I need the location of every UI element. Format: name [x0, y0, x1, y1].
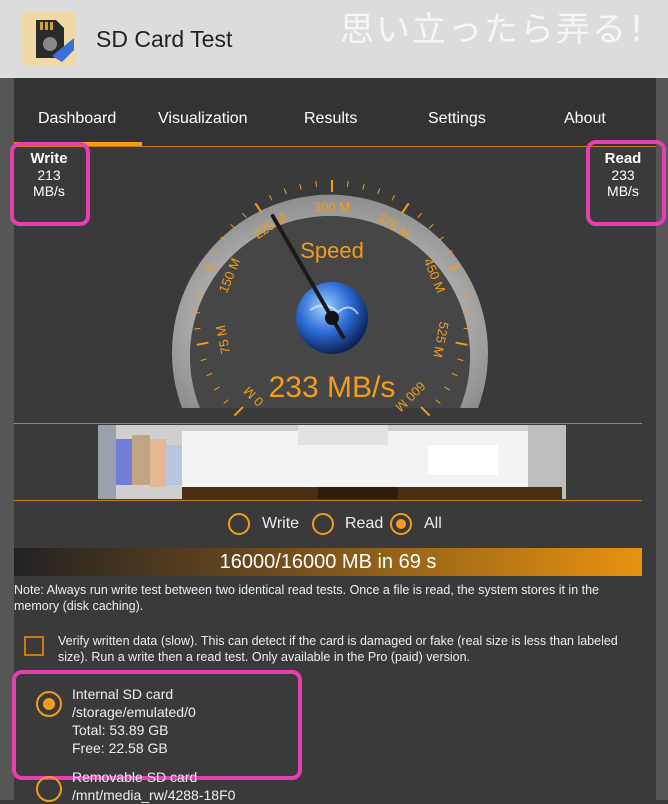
needle-hub	[325, 311, 339, 325]
removable-sd-path: /mnt/media_rw/4288-18F0	[72, 786, 235, 804]
gauge-label: Speed	[300, 238, 364, 263]
watermark-text: 思い立ったら弄る！	[340, 2, 664, 51]
gauge-major-tick	[234, 407, 242, 415]
caching-note: Note: Always run write test between two …	[14, 582, 644, 614]
removable-sd-radio[interactable]	[36, 776, 62, 802]
internal-sd-radio[interactable]	[36, 691, 62, 717]
divider	[14, 423, 642, 424]
tab-about[interactable]: About	[564, 110, 606, 128]
radio-write[interactable]	[228, 513, 250, 535]
gauge-major-tick	[402, 203, 409, 213]
read-speed: Read 233 MB/s	[588, 150, 658, 199]
gauge-minor-tick	[439, 237, 444, 241]
gauge-minor-tick	[231, 224, 235, 228]
internal-sd-name: Internal SD card	[72, 685, 196, 703]
speed-gauge: 0 M75 M150 M225 M300 M375 M450 M525 M600…	[160, 150, 500, 420]
internal-sd-total: Total: 53.89 GB	[72, 721, 196, 739]
radio-read-label: Read	[345, 515, 383, 533]
read-unit: MB/s	[607, 183, 639, 199]
verify-checkbox[interactable]	[24, 636, 44, 656]
app-bar: SD Card Test 思い立ったら弄る！	[0, 0, 668, 79]
gauge-minor-tick	[429, 224, 433, 228]
radio-all-label: All	[424, 515, 442, 533]
internal-sd-free: Free: 22.58 GB	[72, 739, 196, 757]
gauge-minor-tick	[316, 181, 317, 187]
removable-sd-option[interactable]: Removable SD card /mnt/media_rw/4288-18F…	[72, 768, 235, 804]
gauge-minor-tick	[269, 195, 272, 200]
internal-sd-option[interactable]: Internal SD card /storage/emulated/0 Tot…	[72, 685, 196, 757]
write-unit: MB/s	[33, 183, 65, 199]
removable-sd-name: Removable SD card	[72, 768, 235, 786]
gauge-minor-tick	[300, 184, 301, 190]
gauge-readout: 233 MB/s	[269, 371, 396, 404]
internal-sd-path: /storage/emulated/0	[72, 703, 196, 721]
gauge-major-tick	[421, 407, 429, 415]
read-label: Read	[588, 150, 658, 167]
gauge-minor-tick	[392, 195, 395, 200]
write-value: 213	[37, 167, 60, 183]
sd-card-icon	[22, 12, 76, 66]
gauge-minor-tick	[363, 184, 364, 190]
gauge-minor-tick	[418, 213, 422, 218]
radio-write-label: Write	[262, 515, 299, 533]
verify-label: Verify written data (slow). This can det…	[58, 633, 628, 665]
write-label: Write	[14, 150, 84, 167]
progress-text: 16000/16000 MB in 69 s	[14, 548, 642, 576]
tab-dashboard[interactable]: Dashboard	[38, 110, 116, 128]
gauge-minor-tick	[284, 189, 286, 195]
progress-bar: 16000/16000 MB in 69 s	[14, 548, 642, 576]
gauge-minor-tick	[348, 181, 349, 187]
tab-visualization[interactable]: Visualization	[158, 110, 248, 128]
radio-read[interactable]	[312, 513, 334, 535]
divider	[14, 500, 642, 501]
gauge-minor-tick	[378, 189, 380, 195]
write-speed: Write 213 MB/s	[14, 150, 84, 199]
radio-all[interactable]	[390, 513, 412, 535]
tab-settings[interactable]: Settings	[428, 110, 486, 128]
tab-results[interactable]: Results	[304, 110, 357, 128]
pixelated-banner	[98, 425, 566, 499]
tab-bar: Dashboard Visualization Results Settings…	[14, 78, 656, 147]
app-title: SD Card Test	[96, 26, 232, 53]
gauge-tick-label: 300 M	[314, 199, 350, 214]
read-value: 233	[611, 167, 634, 183]
gauge-minor-tick	[242, 213, 246, 218]
